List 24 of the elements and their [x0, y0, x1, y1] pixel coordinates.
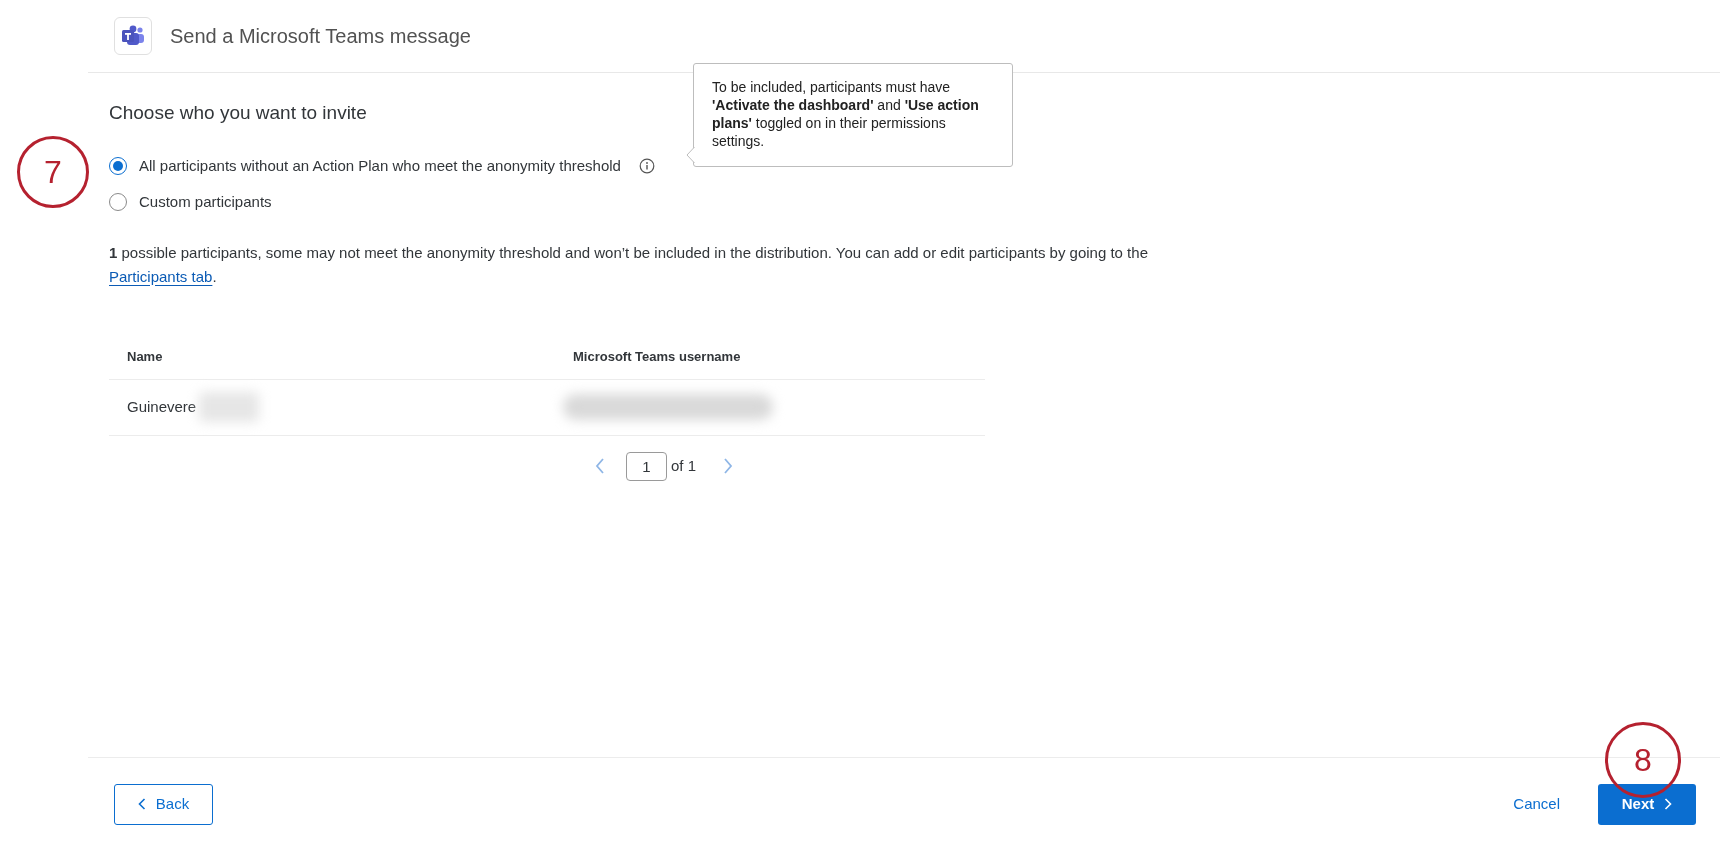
next-page-icon[interactable] [722, 457, 735, 475]
page-title: Send a Microsoft Teams message [170, 24, 471, 49]
info-paragraph: 1 possible participants, some may not meet the anonymity threshold and won’t be included in the distribution. You can add or edit participants by going to the Participants tab. [109, 242, 1149, 287]
step-marker: 8 [1605, 722, 1681, 798]
table-cell-text: Guinevere [127, 396, 197, 417]
participants-link[interactable]: Participants tab [109, 267, 213, 285]
page-input[interactable]: 1 [626, 451, 667, 481]
cancel-button[interactable]: Cancel [1513, 792, 1560, 816]
page-count: of 1 [671, 455, 697, 476]
section-title: Choose who you want to invite [109, 101, 367, 125]
info-icon[interactable] [638, 157, 655, 174]
chevron-left-icon [137, 798, 146, 810]
next-button[interactable]: Next [1598, 783, 1696, 825]
column-header: Name [126, 347, 164, 366]
back-button[interactable]: Back [114, 783, 213, 825]
step-marker: 7 [17, 136, 89, 208]
option-label[interactable]: All participants without an Action Plan who meet the anonymity threshold [139, 154, 621, 177]
teams-logo-icon [114, 17, 152, 55]
column-header: Microsoft Teams username [572, 347, 742, 366]
tooltip: To be included, participants must have 'Activate the dashboard' and 'Use action plans' toggled on in their permissions settings. [693, 62, 1013, 167]
option-label[interactable]: Custom participants [139, 191, 272, 214]
previous-page-icon[interactable] [594, 457, 606, 475]
chevron-right-icon [1664, 798, 1673, 810]
tooltip-pointer [686, 146, 695, 163]
